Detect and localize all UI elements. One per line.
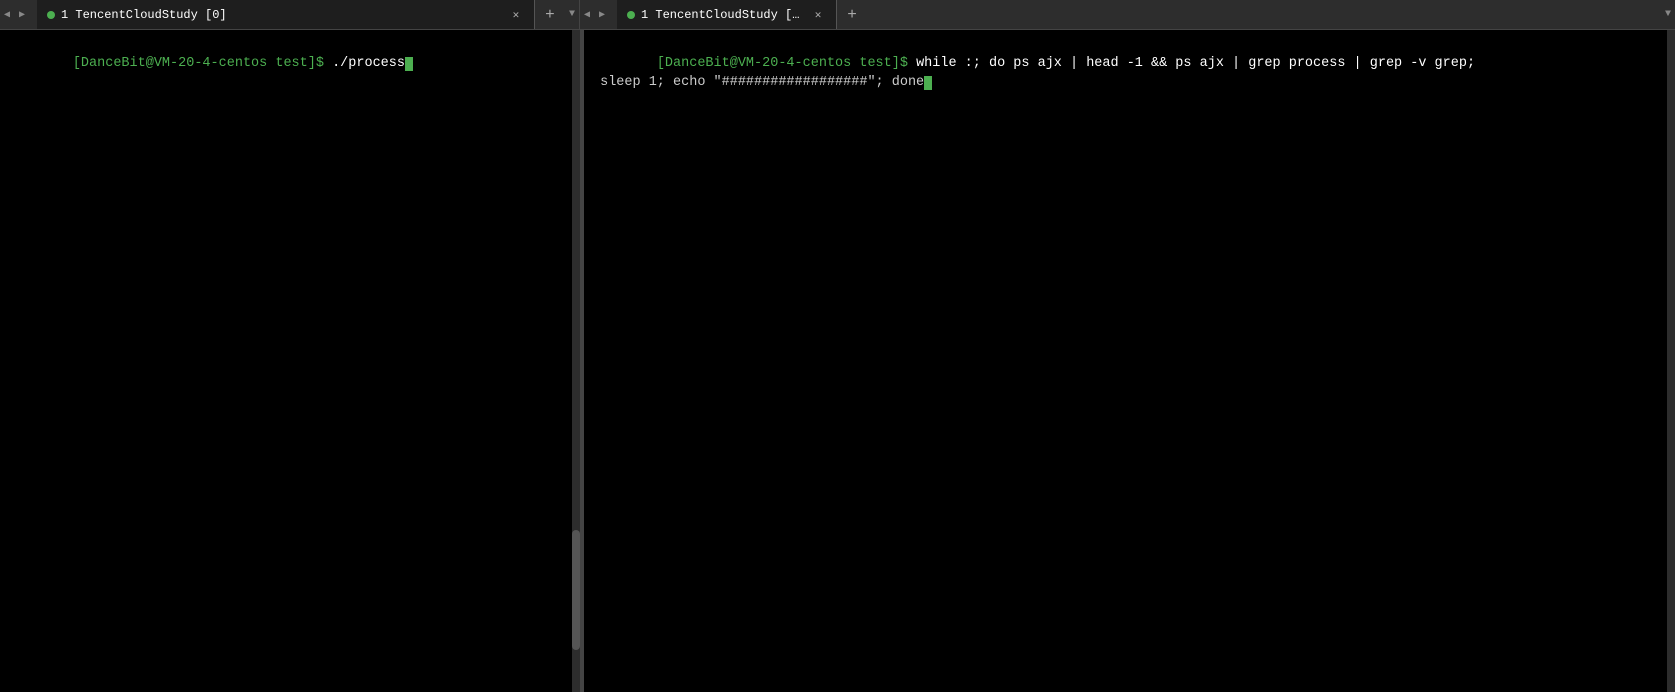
right-scrollbar[interactable] (1667, 30, 1675, 692)
right-command-line2: sleep 1; echo "##################"; done (592, 75, 924, 90)
left-command: ./process (324, 56, 405, 71)
tab-1-close[interactable]: ✕ (810, 7, 826, 23)
left-pane[interactable]: [DanceBit@VM-20-4-centos test]$ ./proces… (0, 30, 580, 692)
tab-0-close[interactable]: ✕ (508, 7, 524, 23)
right-cursor (924, 76, 932, 90)
terminal-container: ◀ ▶ 1 TencentCloudStudy [0] ✕ + ▼ ◀ ▶ 1 … (0, 0, 1675, 692)
right-tab-bar: ◀ ▶ 1 TencentCloudStudy [1] ✕ + ▼ (580, 0, 1675, 29)
left-scrollbar-thumb[interactable] (572, 530, 580, 650)
left-terminal-content[interactable]: [DanceBit@VM-20-4-centos test]$ ./proces… (0, 30, 580, 692)
right-terminal-content[interactable]: [DanceBit@VM-20-4-centos test]$ while :;… (584, 30, 1675, 692)
tab-1-dot (627, 11, 635, 19)
right-prev-btn[interactable]: ◀ (584, 9, 598, 21)
left-dropdown-icon: ▼ (569, 9, 575, 20)
left-tab-nav: ◀ ▶ (0, 0, 37, 29)
panes-container: [DanceBit@VM-20-4-centos test]$ ./proces… (0, 30, 1675, 692)
left-add-tab-btn[interactable]: + (535, 0, 565, 29)
left-cursor (405, 57, 413, 71)
right-tab-nav: ◀ ▶ (580, 0, 617, 29)
right-tab-dropdown[interactable]: ▼ (1661, 0, 1675, 29)
left-prompt: [DanceBit@VM-20-4-centos test]$ (73, 56, 324, 71)
tab-1-label: 1 TencentCloudStudy [1] (641, 8, 804, 22)
right-command-line1: while :; do ps ajx | head -1 && ps ajx |… (908, 56, 1475, 71)
tab-1[interactable]: 1 TencentCloudStudy [1] ✕ (617, 0, 837, 29)
right-next-btn[interactable]: ▶ (599, 9, 613, 21)
right-prompt: [DanceBit@VM-20-4-centos test]$ (657, 56, 908, 71)
right-add-tab-btn[interactable]: + (837, 0, 867, 29)
tab-0-dot (47, 11, 55, 19)
right-dropdown-icon: ▼ (1665, 9, 1671, 20)
right-pane[interactable]: [DanceBit@VM-20-4-centos test]$ while :;… (584, 30, 1675, 692)
left-scrollbar[interactable] (572, 30, 580, 692)
left-tab-bar: ◀ ▶ 1 TencentCloudStudy [0] ✕ + ▼ (0, 0, 580, 29)
tab-0[interactable]: 1 TencentCloudStudy [0] ✕ (37, 0, 535, 29)
left-tab-dropdown[interactable]: ▼ (565, 0, 579, 29)
left-next-btn[interactable]: ▶ (19, 9, 33, 21)
tab-0-label: 1 TencentCloudStudy [0] (61, 8, 502, 22)
left-prev-btn[interactable]: ◀ (4, 9, 18, 21)
